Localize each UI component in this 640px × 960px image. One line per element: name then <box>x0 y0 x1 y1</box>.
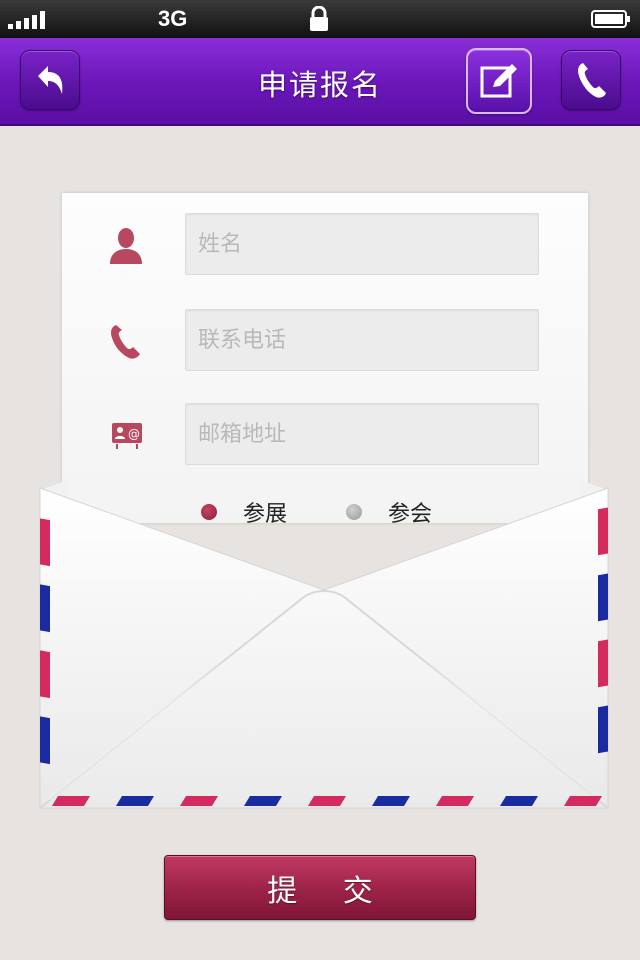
submit-button[interactable]: 提 交 <box>164 855 476 920</box>
airmail-border-bottom <box>52 796 602 806</box>
signal-icon <box>8 11 48 29</box>
battery-icon <box>591 10 630 28</box>
person-icon <box>110 228 142 264</box>
email-field[interactable] <box>185 403 539 465</box>
radio-attend[interactable]: 参会 <box>346 496 432 528</box>
phone-field[interactable] <box>185 309 539 371</box>
attendance-radio-group: 参展 参会 <box>0 496 640 528</box>
name-field[interactable] <box>185 213 539 275</box>
status-bar: 3G <box>0 0 640 38</box>
radio-exhibit[interactable]: 参展 <box>201 496 287 528</box>
radio-exhibit-label: 参展 <box>243 502 288 527</box>
page-title: 申请报名 <box>257 68 382 102</box>
lock-icon <box>310 6 328 31</box>
carrier-label: 3G <box>158 6 188 31</box>
phone-row <box>62 309 588 373</box>
phone-icon <box>578 63 606 98</box>
email-row: @ <box>62 403 588 467</box>
call-button[interactable] <box>561 50 621 110</box>
contact-email-icon: @ <box>112 423 142 449</box>
edit-button[interactable] <box>466 48 532 114</box>
nav-bar: 申请报名 <box>0 38 640 126</box>
radio-attend-label: 参会 <box>388 502 433 527</box>
radio-unselected-icon <box>346 504 362 520</box>
radio-selected-icon <box>201 504 217 520</box>
svg-text:@: @ <box>128 427 140 441</box>
edit-icon <box>480 64 517 98</box>
phone-icon <box>111 325 140 359</box>
letter-card: @ <box>62 193 588 523</box>
name-row <box>62 213 588 277</box>
